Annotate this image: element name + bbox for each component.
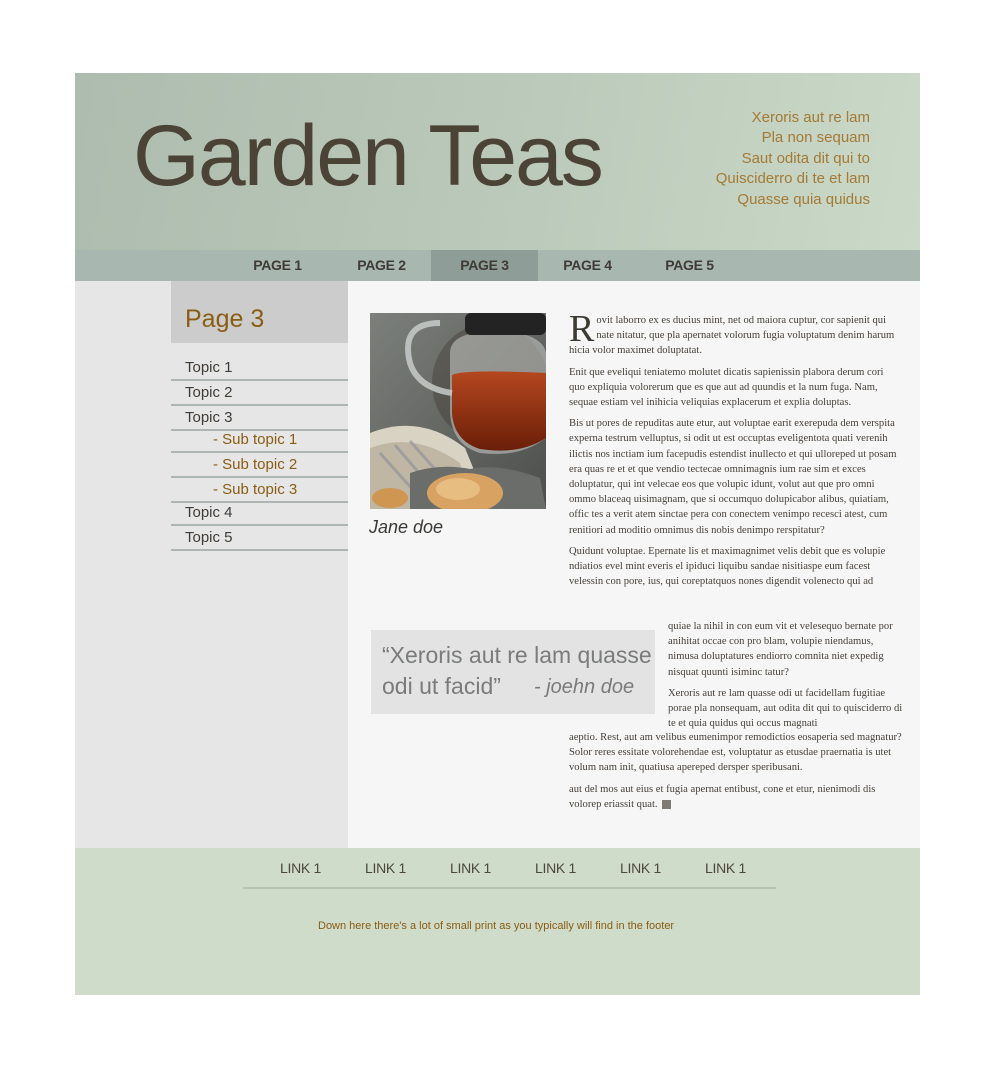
sidebar-item-label: Topic 4 [185,504,233,521]
sidebar-item-label: Topic 5 [185,529,233,546]
tagline-line: Saut odita dit qui to [741,149,870,167]
paragraph: quiae la nihil in con eum vit et veleseq… [668,621,893,678]
sidebar-item-topic-5[interactable]: Topic 5 [171,526,348,551]
sidebar-title: Page 3 [185,305,265,333]
sidebar-item-label: - Sub topic 2 [213,456,298,473]
nav-page-1[interactable]: PAGE 1 [224,250,331,281]
tagline-line: Xeroris aut re lam [751,109,870,126]
paragraph: aeptio. Rest, aut am velibus eumenimpor … [569,732,902,774]
teapot-photo [370,313,546,509]
footer-link-3[interactable]: LINK 1 [450,860,491,876]
footer-link-6[interactable]: LINK 1 [705,860,746,876]
nav-page-4[interactable]: PAGE 4 [534,250,641,281]
sidebar-header: Page 3 [171,281,348,343]
paragraph-text: ovit laborro ex es ducius mint, net od m… [569,315,895,357]
sidebar-item-label: - Sub topic 1 [213,431,298,448]
article-body-top: Rovit laborro ex es ducius mint, net od … [569,308,902,589]
nav-page-2[interactable]: PAGE 2 [328,250,435,281]
paragraph-text: aut del mos aut eius et fugia apernat en… [569,783,876,810]
pull-quote-author: - joehn doe [534,676,635,698]
tagline-line: Quisciderro di te et lam [715,170,870,188]
drop-cap: R [569,308,595,350]
footer-link-1[interactable]: LINK 1 [280,860,321,876]
sidebar-item-sub-topic-1[interactable]: - Sub topic 1 [171,428,348,453]
site-title: Garden Teas [133,108,604,204]
pull-quote: “Xeroris aut re lam quasse odi ut facid”… [371,630,655,714]
tagline-line: Pla non sequam [761,129,870,147]
sidebar-item-sub-topic-2[interactable]: - Sub topic 2 [171,453,348,478]
image-caption: Jane doe [369,517,444,537]
paragraph: Quidunt voluptae. Epernate lis et maxima… [569,545,886,588]
teapot-image-icon [370,313,546,509]
sidebar-item-label: Topic 2 [185,384,233,401]
sidebar-item-topic-2[interactable]: Topic 2 [171,381,348,406]
footer-divider [243,887,776,889]
sidebar-item-label: Topic 1 [185,359,233,376]
footer: LINK 1 LINK 1 LINK 1 LINK 1 LINK 1 LINK … [75,848,920,995]
footer-small-print: Down here there's a lot of small print a… [318,920,675,932]
sidebar-item-topic-4[interactable]: Topic 4 [171,501,348,526]
paragraph: Rovit laborro ex es ducius mint, net od … [569,308,902,359]
paragraph: Bis ut pores de repuditas aute etur, aut… [569,418,897,536]
nav-page-3[interactable]: PAGE 3 [431,250,538,281]
sidebar-item-label: - Sub topic 3 [213,481,298,498]
sidebar-item-topic-1[interactable]: Topic 1 [171,356,348,381]
end-mark-icon [661,799,671,809]
paragraph: aut del mos aut eius et fugia apernat en… [569,782,907,812]
header: Garden Teas Xeroris aut re lam Pla non s… [75,73,920,250]
footer-link-2[interactable]: LINK 1 [365,860,406,876]
footer-link-5[interactable]: LINK 1 [620,860,661,876]
sidebar-item-label: Topic 3 [185,409,233,426]
tagline-line: Quasse quia quidus [737,190,870,208]
article-body-bottom: aeptio. Rest, aut am velibus eumenimpor … [569,730,907,818]
main-nav: PAGE 1 PAGE 2 PAGE 3 PAGE 4 PAGE 5 [75,250,920,281]
footer-link-4[interactable]: LINK 1 [535,860,576,876]
paragraph: Enit que eveliqui teniatemo molutet dica… [569,366,884,409]
sidebar-item-sub-topic-3[interactable]: - Sub topic 3 [171,478,348,503]
nav-page-5[interactable]: PAGE 5 [636,250,743,281]
tagline: Xeroris aut re lam Pla non sequam Saut o… [716,108,870,210]
paragraph: Xeroris aut re lam quasse odi ut facidel… [668,687,903,730]
page-container: Garden Teas Xeroris aut re lam Pla non s… [75,73,920,995]
article-body-wrap: quiae la nihil in con eum vit et veleseq… [668,619,906,731]
